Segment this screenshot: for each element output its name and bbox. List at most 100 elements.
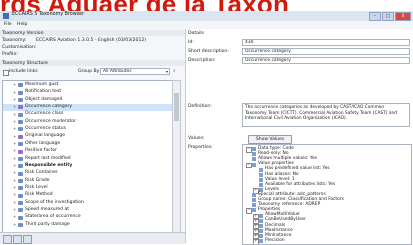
attribute-icon	[18, 98, 23, 103]
expand-icon[interactable]: +	[13, 119, 17, 124]
tree-item-label: Risk Container	[25, 170, 58, 176]
expand-icon[interactable]: +	[13, 134, 17, 139]
expand-icon[interactable]: +	[13, 200, 17, 205]
properties-label: Properties:	[188, 145, 213, 150]
attribute-icon	[18, 223, 23, 228]
expand-icon[interactable]: +	[13, 141, 17, 146]
tree-item[interactable]: + Occurrence moderator	[3, 119, 173, 126]
short-description-value: Occurrence category	[245, 49, 291, 54]
description-value: Occurrence category	[245, 58, 291, 63]
app-icon	[3, 13, 9, 19]
attribute-icon	[18, 178, 23, 183]
tree-item[interactable]: + Maximum gust	[3, 82, 173, 89]
property-label: Precision	[265, 237, 285, 243]
id-field[interactable]: 430	[242, 39, 410, 46]
tree-item-label: Responsible entity	[25, 162, 73, 168]
expand-icon[interactable]: +	[13, 127, 17, 131]
include-links-label: Include links	[9, 69, 38, 74]
tree-item-label: Occurrence category	[25, 104, 73, 110]
tree-item[interactable]: + Report last modified	[3, 156, 173, 163]
expand-icon[interactable]: +	[13, 156, 17, 161]
tree-item[interactable]: + Original language	[3, 133, 173, 140]
expand-icon[interactable]: +	[13, 83, 17, 87]
close-button[interactable]: X	[395, 12, 411, 21]
expand-icon[interactable]: +	[13, 112, 17, 117]
attribute-icon	[18, 215, 23, 220]
group-by-select[interactable]: All Attributes ▾	[100, 68, 170, 75]
expand-icon[interactable]: +	[13, 208, 17, 212]
property-icon	[259, 239, 263, 244]
tree-item[interactable]: + Object damaged	[3, 97, 173, 104]
expand-icon[interactable]: +	[253, 239, 259, 244]
tree-item[interactable]: + Occurrence category	[3, 104, 173, 111]
tree-item-label: Object damaged	[25, 96, 63, 102]
value-list-attribute-icon	[18, 149, 23, 154]
tree-item-label: Original language	[25, 133, 65, 139]
taxonomy-value: ECCAIRS Aviation 1.3.0.5 - English (03/0…	[36, 38, 147, 43]
tree-scrollbar[interactable]	[172, 80, 181, 233]
tree-item[interactable]: + Risk Grade	[3, 178, 173, 185]
expand-icon[interactable]: +	[13, 164, 17, 168]
profile-label: Profile:	[2, 52, 18, 57]
taxonomy-label: Taxonomy:	[2, 38, 27, 43]
window-title: ECCAIRS 5 Taxonomy Browser	[12, 12, 85, 17]
expand-icon[interactable]: +	[13, 186, 17, 190]
tree-item[interactable]: + Occurrence status	[3, 126, 173, 133]
attribute-icon	[18, 90, 23, 95]
structure-section-header: Taxonomy Structure	[0, 60, 185, 66]
tree-item[interactable]: + Positive factor	[3, 148, 173, 155]
tree-item-label: Scope of the investigation	[25, 199, 84, 205]
scrollbar-thumb[interactable]	[174, 93, 179, 121]
tree-item-label: Occurrence moderator	[25, 118, 76, 124]
tree-item-label: Notification text	[25, 89, 62, 95]
expand-icon[interactable]: +	[13, 193, 17, 197]
maximize-button[interactable]: □	[382, 12, 394, 21]
tree-item[interactable]: + Responsible entity	[3, 163, 173, 170]
id-value: 430	[245, 40, 254, 45]
tree-item-label: Positive factor	[25, 148, 57, 154]
minimize-button[interactable]: –	[369, 12, 381, 21]
window-titlebar: ECCAIRS 5 Taxonomy Browser – □ X	[0, 11, 413, 21]
expand-icon[interactable]: +	[13, 171, 17, 175]
tree-item[interactable]: + Scope of the investigation	[3, 200, 173, 207]
attribute-icon	[18, 156, 23, 161]
short-description-field[interactable]: Occurrence category	[242, 48, 410, 55]
search-icon[interactable]: ⌕	[173, 68, 176, 74]
taxonomy-tree[interactable]: + Maximum gust + Notification text + Object d…	[2, 80, 174, 233]
value-list-attribute-icon	[18, 105, 23, 110]
definition-field[interactable]: The occurrence categories as developed b…	[242, 103, 410, 127]
tree-item[interactable]: + Occurrence class	[3, 111, 173, 118]
expand-icon[interactable]: +	[13, 105, 17, 109]
property-row[interactable]: + Precision	[243, 237, 411, 244]
expand-icon[interactable]: +	[13, 90, 17, 95]
tree-item[interactable]: + Third party damage	[3, 222, 173, 229]
expand-icon[interactable]: +	[13, 149, 17, 153]
version-section-title: Taxonomy Version	[2, 30, 44, 36]
attribute-icon	[18, 193, 23, 198]
tree-item-label: Other language	[25, 140, 61, 146]
attribute-icon	[18, 186, 23, 191]
tree-item[interactable]: + Speed measured at	[3, 207, 173, 214]
tree-item[interactable]: + Risk Level	[3, 185, 173, 192]
expand-icon[interactable]: +	[13, 215, 17, 219]
version-section-header: Taxonomy Version	[0, 30, 185, 36]
tree-item[interactable]: + Other language	[3, 141, 173, 148]
short-description-label: Short description:	[188, 49, 229, 54]
expand-icon[interactable]: +	[13, 97, 17, 102]
tree-item-label: Risk Grade	[25, 177, 50, 183]
tree-item[interactable]: + Risk Method	[3, 192, 173, 199]
tree-item[interactable]: + State/area of occurrence	[3, 214, 173, 221]
value-list-attribute-icon	[18, 134, 23, 139]
attribute-icon	[18, 142, 23, 147]
attribute-icon	[18, 171, 23, 176]
tree-item[interactable]: + Risk Container	[3, 170, 173, 177]
description-field[interactable]: Occurrence category	[242, 57, 410, 64]
taxonomy-panel: Taxonomy Version Taxonomy: ECCAIRS Aviat…	[0, 29, 186, 244]
menu-file[interactable]: File	[4, 22, 12, 27]
expand-icon[interactable]: +	[13, 178, 17, 183]
menu-help[interactable]: Help	[17, 22, 27, 27]
tree-item[interactable]: + Notification text	[3, 89, 173, 96]
properties-tree[interactable]: − Data type: Code Read-only: No Allows mult…	[242, 144, 412, 245]
expand-icon[interactable]: +	[13, 222, 17, 227]
show-values-button[interactable]: Show Values	[248, 135, 292, 144]
